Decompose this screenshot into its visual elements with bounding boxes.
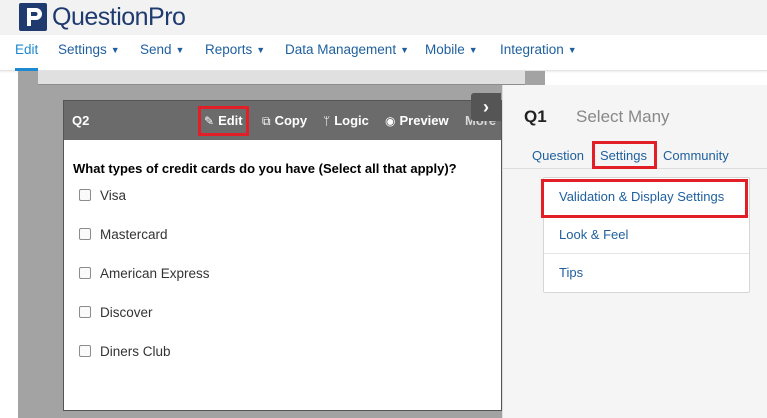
menu-look-and-feel[interactable]: Look & Feel (544, 216, 749, 254)
preview-button[interactable]: ◉ Preview (385, 101, 449, 140)
checkbox[interactable] (79, 189, 91, 201)
question-card[interactable]: Q2 ✎Edit ⧉Copy ᛘLogic ◉Preview More What… (63, 100, 502, 411)
checkbox[interactable] (79, 306, 91, 318)
brand-bar: QuestionPro (0, 0, 767, 35)
chevron-down-icon: ▼ (175, 45, 185, 55)
nav-settings[interactable]: Settings ▼ (58, 35, 120, 71)
panel-question-id: Q1 (524, 107, 547, 126)
questionpro-logo-icon[interactable] (19, 3, 47, 31)
nav-integration[interactable]: Integration ▼ (500, 35, 577, 71)
panel-toggle-chevron-right-icon[interactable]: › (471, 93, 501, 121)
tab-community[interactable]: Community (663, 148, 729, 163)
chevron-down-icon: ▼ (468, 45, 478, 55)
nav-data-management[interactable]: Data Management ▼ (285, 35, 409, 71)
question-settings-panel: Q1 Select Many Question Settings Communi… (502, 85, 767, 418)
panel-question-type: Select Many (576, 107, 670, 126)
nav-reports[interactable]: Reports ▼ (205, 35, 265, 71)
settings-tab-highlight-box (592, 141, 657, 169)
checkbox[interactable] (79, 345, 91, 357)
edit-highlight-box (198, 106, 249, 136)
checkbox[interactable] (79, 228, 91, 240)
question-toolbar: Q2 ✎Edit ⧉Copy ᛘLogic ◉Preview More (64, 101, 501, 140)
main-nav: Edit Settings ▼ Send ▼ Reports ▼ Data Manag… (0, 35, 767, 71)
logic-button[interactable]: ᛘ Logic (323, 101, 369, 140)
brand-name: QuestionPro (52, 3, 186, 31)
question-text: What types of credit cards do you have (… (73, 161, 457, 176)
branch-icon: ᛘ (323, 114, 331, 128)
nav-edit[interactable]: Edit (15, 35, 39, 71)
chevron-down-icon: ▼ (110, 45, 120, 55)
copy-icon: ⧉ (262, 114, 271, 128)
validation-highlight-box (541, 179, 748, 218)
chevron-down-icon: ▼ (400, 45, 409, 55)
question-number: Q2 (72, 113, 90, 128)
copy-button[interactable]: ⧉ Copy (262, 101, 307, 140)
nav-send[interactable]: Send ▼ (140, 35, 184, 71)
menu-tips[interactable]: Tips (544, 254, 749, 292)
eye-icon: ◉ (385, 114, 396, 128)
checkbox[interactable] (79, 267, 91, 279)
tab-question[interactable]: Question (532, 148, 584, 163)
chevron-down-icon: ▼ (567, 45, 577, 55)
nav-mobile[interactable]: Mobile ▼ (425, 35, 478, 71)
chevron-down-icon: ▼ (256, 45, 266, 55)
previous-question-edge (38, 71, 525, 85)
